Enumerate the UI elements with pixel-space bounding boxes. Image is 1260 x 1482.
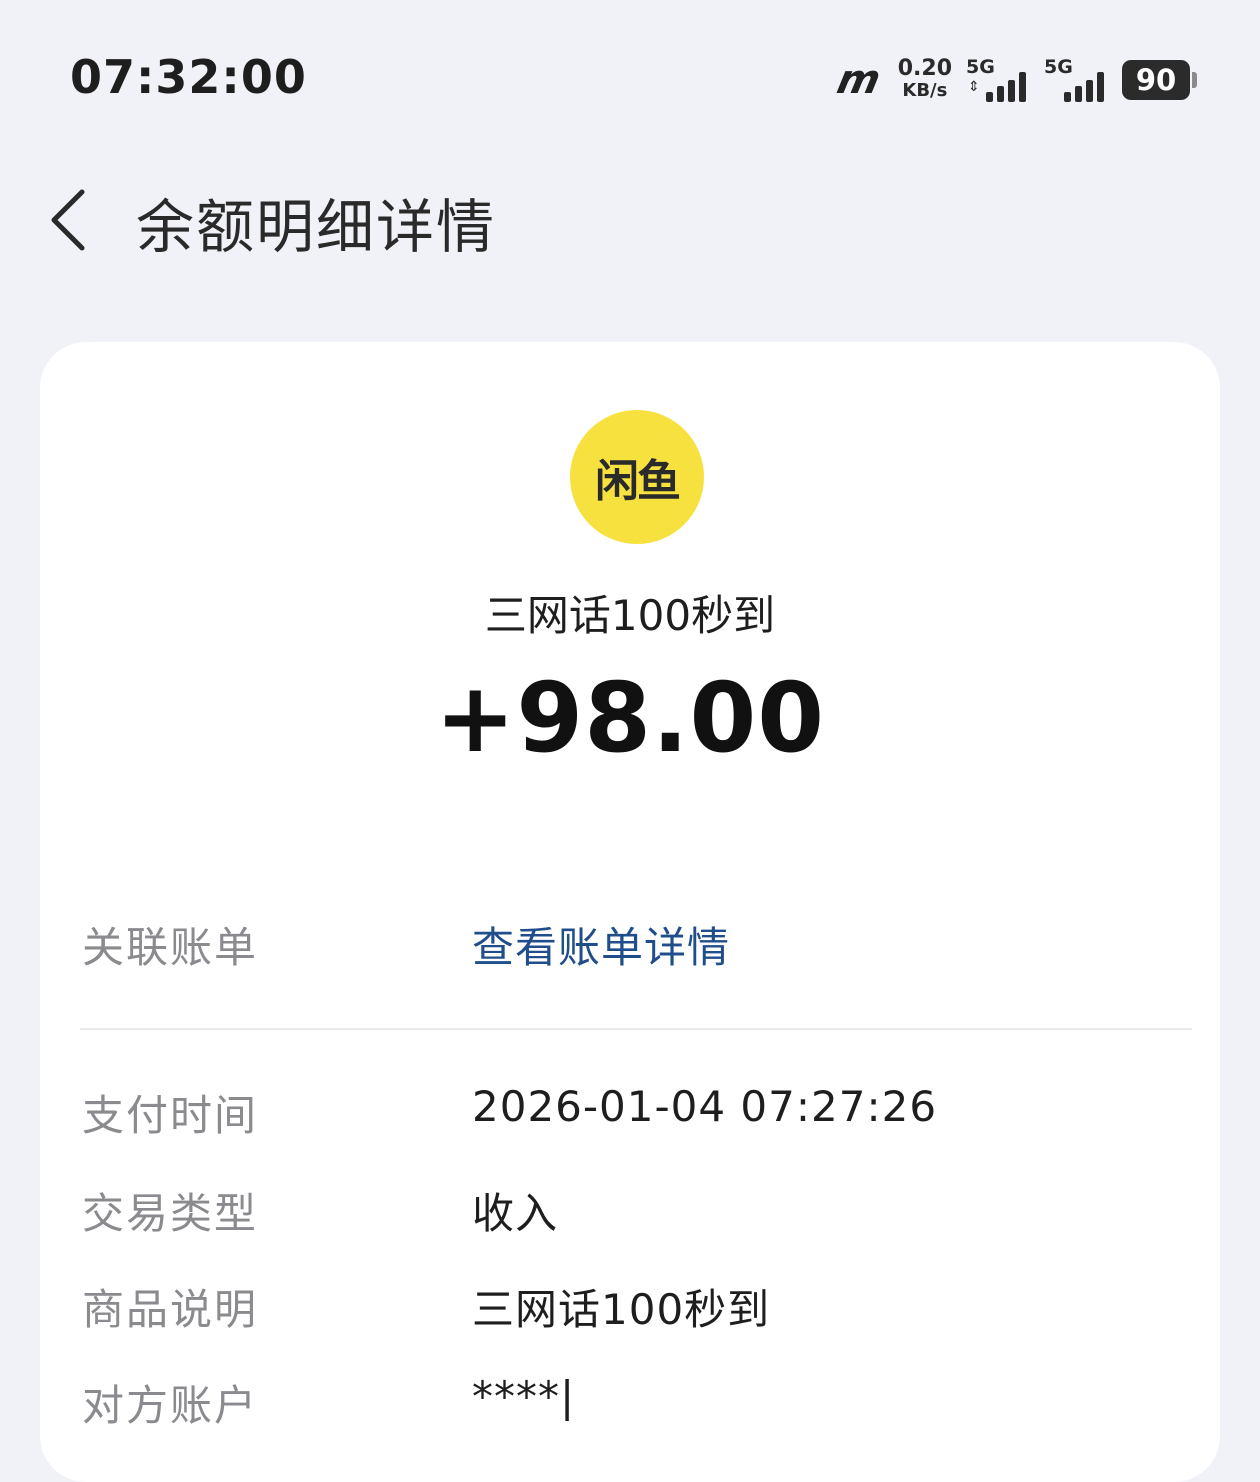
back-button[interactable]: [38, 180, 98, 260]
status-icons: m 0.20 KB/s 5G ⇕ 5G 90: [833, 52, 1197, 108]
pay-time-label: 支付时间: [82, 1091, 259, 1140]
page-title: 余额明细详情: [136, 193, 497, 261]
pay-time-value: 2026-01-04 07:27:26: [472, 1082, 938, 1131]
divider: [80, 1028, 1192, 1030]
transaction-card: 闲鱼 三网话100秒到 +98.00 关联账单 查看账单详情 支付时间 2026…: [40, 342, 1220, 1482]
transaction-type-label: 交易类型: [82, 1189, 259, 1238]
related-bill-row: 关联账单 查看账单详情: [82, 914, 1192, 984]
counterparty-row: 对方账户 ****|: [82, 1372, 1192, 1442]
status-bar: 07:32:00 m 0.20 KB/s 5G ⇕ 5G 90: [0, 0, 1260, 150]
mm-logo-icon: m: [833, 57, 881, 103]
related-bill-label: 关联账单: [82, 923, 259, 972]
merchant-logo: 闲鱼: [570, 410, 704, 544]
transaction-type-row: 交易类型 收入: [82, 1180, 1192, 1250]
data-arrows-icon: ⇕: [968, 79, 980, 95]
battery-level: 90: [1135, 63, 1177, 97]
status-time: 07:32:00: [70, 50, 307, 104]
product-desc-value: 三网话100秒到: [472, 1285, 771, 1334]
network-speed-value: 0.20: [897, 56, 952, 81]
product-desc-row: 商品说明 三网话100秒到: [82, 1276, 1192, 1346]
sim1-signal-icon: 5G ⇕: [966, 54, 1030, 106]
network-speed-unit: KB/s: [902, 80, 948, 101]
view-bill-link[interactable]: 查看账单详情: [472, 914, 730, 975]
transaction-type-value: 收入: [472, 1189, 559, 1238]
counterparty-label: 对方账户: [82, 1381, 259, 1430]
sim2-signal-icon: 5G: [1044, 54, 1108, 106]
network-speed: 0.20 KB/s: [898, 58, 952, 102]
chevron-left-icon: [51, 189, 85, 251]
merchant-logo-text: 闲鱼: [595, 456, 681, 507]
merchant-name: 三网话100秒到: [484, 591, 776, 640]
page-header: 余额明细详情: [0, 150, 1260, 290]
product-desc-label: 商品说明: [82, 1285, 259, 1334]
counterparty-value: ****|: [472, 1372, 576, 1421]
battery-icon: 90: [1122, 60, 1197, 100]
transaction-amount: +98.00: [434, 662, 826, 774]
pay-time-row: 支付时间 2026-01-04 07:27:26: [82, 1082, 1192, 1152]
